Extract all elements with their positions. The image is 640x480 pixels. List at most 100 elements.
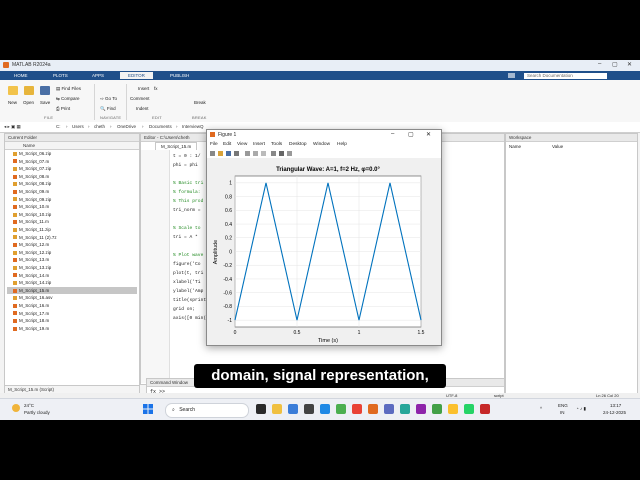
pointer-icon[interactable]	[279, 151, 284, 156]
indent-button[interactable]: Indent	[136, 106, 149, 111]
print-button[interactable]: ⎙ Print	[56, 106, 70, 111]
file-list-item[interactable]: M_Script_13.zip	[7, 264, 137, 271]
code-line[interactable]: % Scale to	[173, 224, 201, 233]
file-list-item[interactable]: M_Script_15.m	[7, 286, 137, 294]
whatsapp-icon[interactable]	[464, 404, 474, 414]
tab-publish[interactable]: PUBLISH	[162, 72, 197, 79]
code-line[interactable]: plot(t, tri	[173, 269, 203, 278]
legend-icon[interactable]	[271, 151, 276, 156]
insert-colorbar-icon[interactable]	[261, 151, 266, 156]
wifi-icon[interactable]: ◔ ♪ ▮	[576, 406, 586, 412]
path-segment[interactable]: Documents	[149, 124, 172, 129]
minimize-icon[interactable]: –	[391, 131, 394, 137]
breakpoints-button[interactable]: Break	[194, 100, 206, 105]
open-icon[interactable]	[24, 86, 34, 95]
code-line[interactable]: grid on;	[173, 305, 195, 314]
region-label[interactable]: IN	[560, 410, 565, 415]
comment-button[interactable]: Comment	[130, 96, 150, 101]
file-list-item[interactable]: M_Script_19.m	[7, 325, 137, 332]
tab-editor[interactable]: EDITOR	[120, 72, 153, 79]
code-line[interactable]: figure('Co	[173, 260, 201, 269]
chrome-icon[interactable]	[336, 404, 346, 414]
save-button[interactable]: Save	[40, 100, 50, 105]
fx-icon[interactable]: fx	[154, 86, 158, 91]
menu-desktop[interactable]: Desktop	[289, 142, 307, 147]
menu-view[interactable]: View	[237, 142, 247, 147]
maximize-icon[interactable]: ▢	[612, 61, 618, 68]
menu-window[interactable]: Window	[313, 142, 330, 147]
clock-time[interactable]: 13:17	[610, 403, 621, 408]
file-list-item[interactable]: M_Script_11 (2).7z	[7, 234, 137, 241]
go-to-button[interactable]: ⇨ Go To	[100, 96, 117, 102]
help-icon[interactable]	[508, 73, 515, 78]
file-list-item[interactable]: M_Script_14.zip	[7, 279, 137, 286]
new-button[interactable]: New	[8, 100, 17, 105]
new-icon[interactable]	[8, 86, 18, 95]
matlab-taskbar-icon[interactable]	[368, 404, 378, 414]
file-list-item[interactable]: M_Script_14.m	[7, 272, 137, 279]
new-figure-icon[interactable]	[210, 151, 215, 156]
file-list-item[interactable]: M_Script_12.zip	[7, 249, 137, 256]
file-list-item[interactable]: M_Script_17.m	[7, 310, 137, 317]
file-list-item[interactable]: M_Script_08.m	[7, 173, 137, 180]
code-line[interactable]: tri_norm =	[173, 206, 203, 215]
workspace-col-name[interactable]: Name	[509, 144, 521, 149]
taskbar-search[interactable]: ⌕ Search	[165, 403, 249, 418]
tab-apps[interactable]: APPS	[84, 72, 112, 79]
file-list-item[interactable]: M_Script_11.zip	[7, 226, 137, 233]
file-list-item[interactable]: M_Script_18.m	[7, 317, 137, 324]
tab-plots[interactable]: PLOTS	[45, 72, 76, 79]
compare-button[interactable]: ⇆ Compare	[56, 96, 80, 102]
path-segment[interactable]: OneDrive	[117, 124, 136, 129]
search-documentation-input[interactable]: Search Documentation	[524, 73, 607, 79]
file-list-item[interactable]: M_Script_10.m	[7, 203, 137, 210]
workspace-col-value[interactable]: Value	[552, 144, 563, 149]
close-icon[interactable]: ✕	[426, 131, 431, 138]
edit-plot-icon[interactable]	[253, 151, 258, 156]
code-line[interactable]: xlabel('Ti	[173, 278, 201, 287]
editor-tab[interactable]: M_Script_15.m	[155, 142, 198, 150]
back-icon[interactable]: ◂ ▸ ▣ ▦	[4, 124, 21, 130]
file-list-item[interactable]: M_Script_12.m	[7, 241, 137, 248]
link-icon[interactable]	[245, 151, 250, 156]
file-list-item[interactable]: M_Script_11.m	[7, 218, 137, 225]
app-icon[interactable]	[432, 404, 442, 414]
app-icon[interactable]	[384, 404, 394, 414]
file-explorer-icon[interactable]	[272, 404, 282, 414]
open-button[interactable]: Open	[23, 100, 34, 105]
property-editor-icon[interactable]	[287, 151, 292, 156]
file-list-item[interactable]: M_Script_16.asv	[7, 294, 137, 301]
code-line[interactable]: tri = A *	[173, 233, 201, 242]
edge-icon[interactable]	[288, 404, 298, 414]
column-name-header[interactable]: Name	[5, 142, 139, 150]
language-label[interactable]: ENG	[558, 403, 568, 408]
app-icon[interactable]	[400, 404, 410, 414]
code-line[interactable]: phi = phi	[173, 161, 198, 170]
menu-tools[interactable]: Tools	[271, 142, 282, 147]
store-icon[interactable]	[304, 404, 314, 414]
code-line[interactable]: % Plot wave	[173, 251, 203, 260]
weather-icon[interactable]	[12, 404, 20, 412]
app-icon[interactable]	[416, 404, 426, 414]
find-button[interactable]: 🔍 Find	[100, 106, 116, 112]
file-list-item[interactable]: M_Script_09.zip	[7, 196, 137, 203]
file-list-item[interactable]: M_Script_07.zip	[7, 165, 137, 172]
save-icon[interactable]	[40, 86, 50, 95]
weather-temp[interactable]: 24°C	[24, 403, 34, 408]
path-segment[interactable]: InterviewQ	[182, 124, 204, 129]
code-line[interactable]: t = 0 : 1/	[173, 152, 201, 161]
menu-insert[interactable]: Insert	[253, 142, 265, 147]
path-segment[interactable]: cheth	[94, 124, 105, 129]
code-line[interactable]: % formula:	[173, 188, 203, 197]
file-list-item[interactable]: M_Script_10.zip	[7, 211, 137, 218]
code-line[interactable]: % This prod	[173, 197, 203, 206]
path-segment[interactable]: C:	[56, 124, 61, 129]
menu-edit[interactable]: Edit	[223, 142, 231, 147]
save-icon[interactable]	[226, 151, 231, 156]
app-icon[interactable]	[352, 404, 362, 414]
maximize-icon[interactable]: ▢	[408, 131, 414, 138]
minimize-icon[interactable]: –	[598, 61, 601, 67]
insert-button[interactable]: Insert	[138, 86, 149, 91]
code-line[interactable]: ylabel('Amp	[173, 287, 203, 296]
file-list-item[interactable]: M_Script_07.m	[7, 158, 137, 165]
